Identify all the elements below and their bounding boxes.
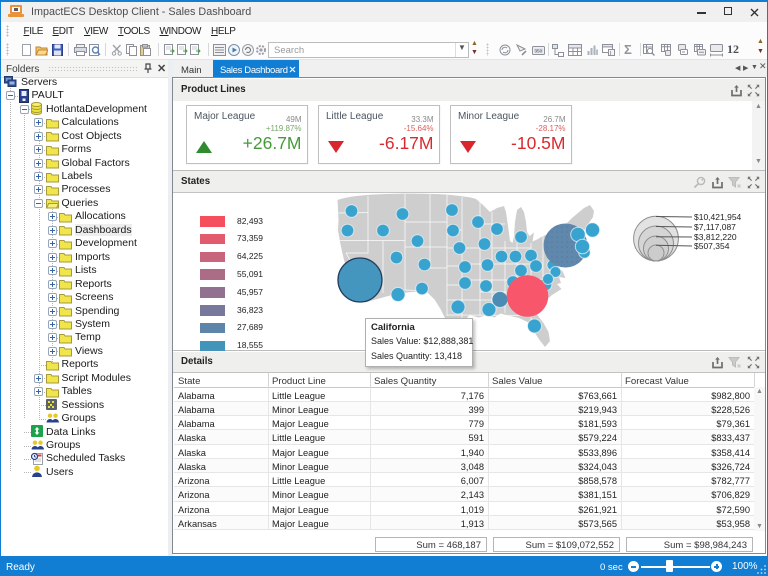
svg-text:350: 350 — [535, 49, 543, 54]
